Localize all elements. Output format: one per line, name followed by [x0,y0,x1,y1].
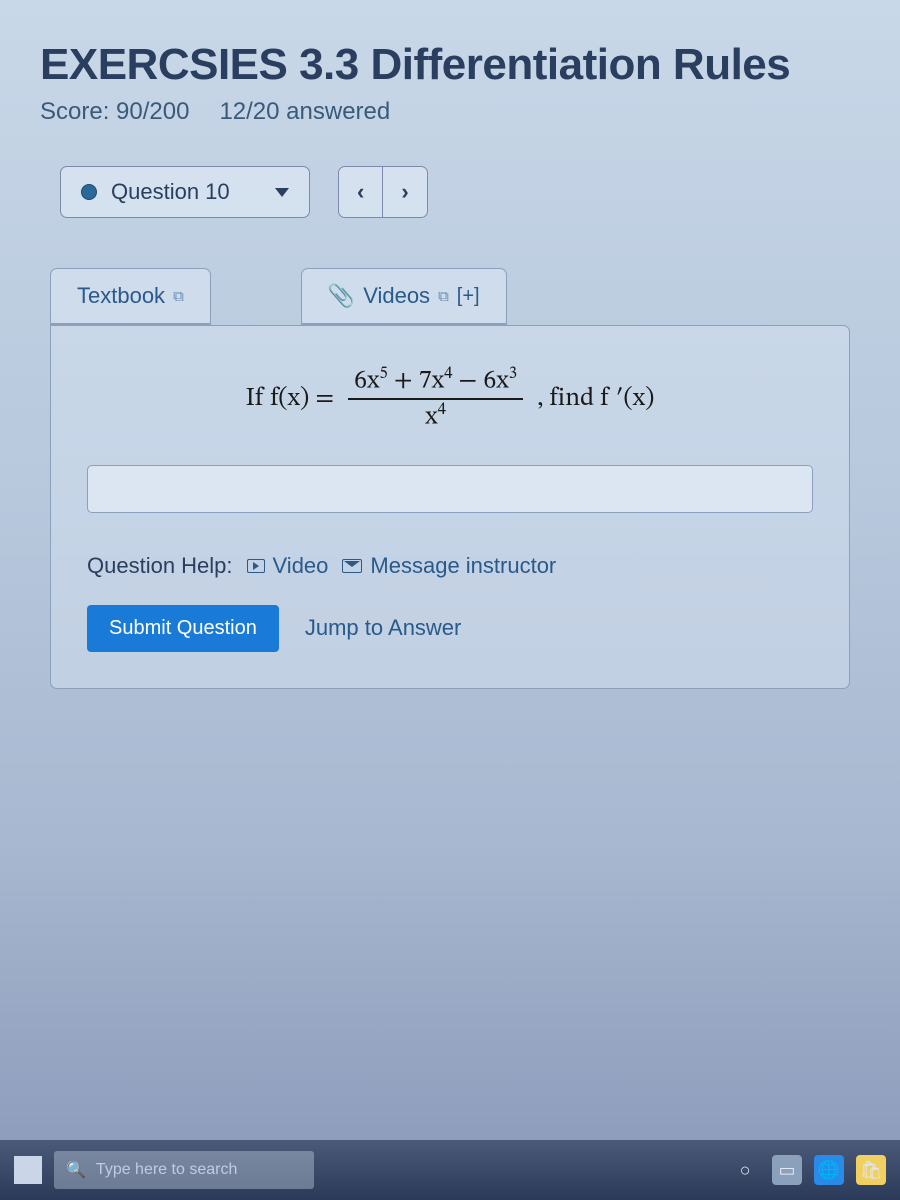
caret-down-icon [275,188,289,197]
answer-input[interactable] [87,465,813,513]
problem-statement: If f(x) = 6x5 + 7x4 − 6x3 x4 , find f ′(… [87,366,813,433]
prev-question-button[interactable]: ‹ [339,167,382,217]
external-link-icon: ⧉ [438,288,449,305]
store-icon[interactable]: 🛍 [856,1155,886,1185]
submit-button[interactable]: Submit Question [87,605,279,652]
mail-icon [342,559,362,573]
search-placeholder: Type here to search [96,1161,237,1179]
help-label: Question Help: [87,553,233,579]
taskbar: 🔍 Type here to search ○ ▭ 🌐 🛍 [0,1140,900,1200]
next-question-button[interactable]: › [382,167,426,217]
paperclip-icon: 📎 [328,283,355,309]
prev-next-group: ‹ › [338,166,428,218]
question-selector[interactable]: Question 10 [60,166,310,218]
status-dot-icon [81,184,97,200]
tab-textbook-label: Textbook [77,283,165,309]
question-label: Question 10 [111,179,230,205]
problem-suffix: , find f ′(x) [537,383,654,416]
help-video-link[interactable]: Video [247,553,329,579]
tab-videos[interactable]: 📎 Videos ⧉ [+] [301,268,507,325]
score-label: Score: 90/200 [40,98,189,126]
external-link-icon: ⧉ [173,288,184,305]
tab-videos-label: Videos [363,283,430,309]
taskbar-search[interactable]: 🔍 Type here to search [54,1151,314,1189]
expand-videos-button[interactable]: [+] [457,285,480,308]
help-video-label: Video [273,553,329,579]
help-message-link[interactable]: Message instructor [342,553,556,579]
play-icon [247,559,265,573]
page-title: EXERCSIES 3.3 Differentiation Rules [40,40,860,90]
tab-textbook[interactable]: Textbook ⧉ [50,268,211,325]
help-message-label: Message instructor [370,553,556,579]
problem-prefix: If f(x) = [246,383,335,416]
fraction-numerator: 6x5 + 7x4 − 6x3 [348,366,523,400]
jump-to-answer-link[interactable]: Jump to Answer [305,615,462,641]
browser-icon[interactable]: 🌐 [814,1155,844,1185]
start-button[interactable] [14,1156,42,1184]
question-card: If f(x) = 6x5 + 7x4 − 6x3 x4 , find f ′(… [50,325,850,689]
answered-label: 12/20 answered [219,98,390,126]
fraction: 6x5 + 7x4 − 6x3 x4 [348,366,523,433]
cortana-icon[interactable]: ○ [730,1155,760,1185]
taskview-icon[interactable]: ▭ [772,1155,802,1185]
score-row: Score: 90/200 12/20 answered [40,98,860,126]
search-icon: 🔍 [66,1160,86,1180]
fraction-denominator: x4 [425,400,446,432]
